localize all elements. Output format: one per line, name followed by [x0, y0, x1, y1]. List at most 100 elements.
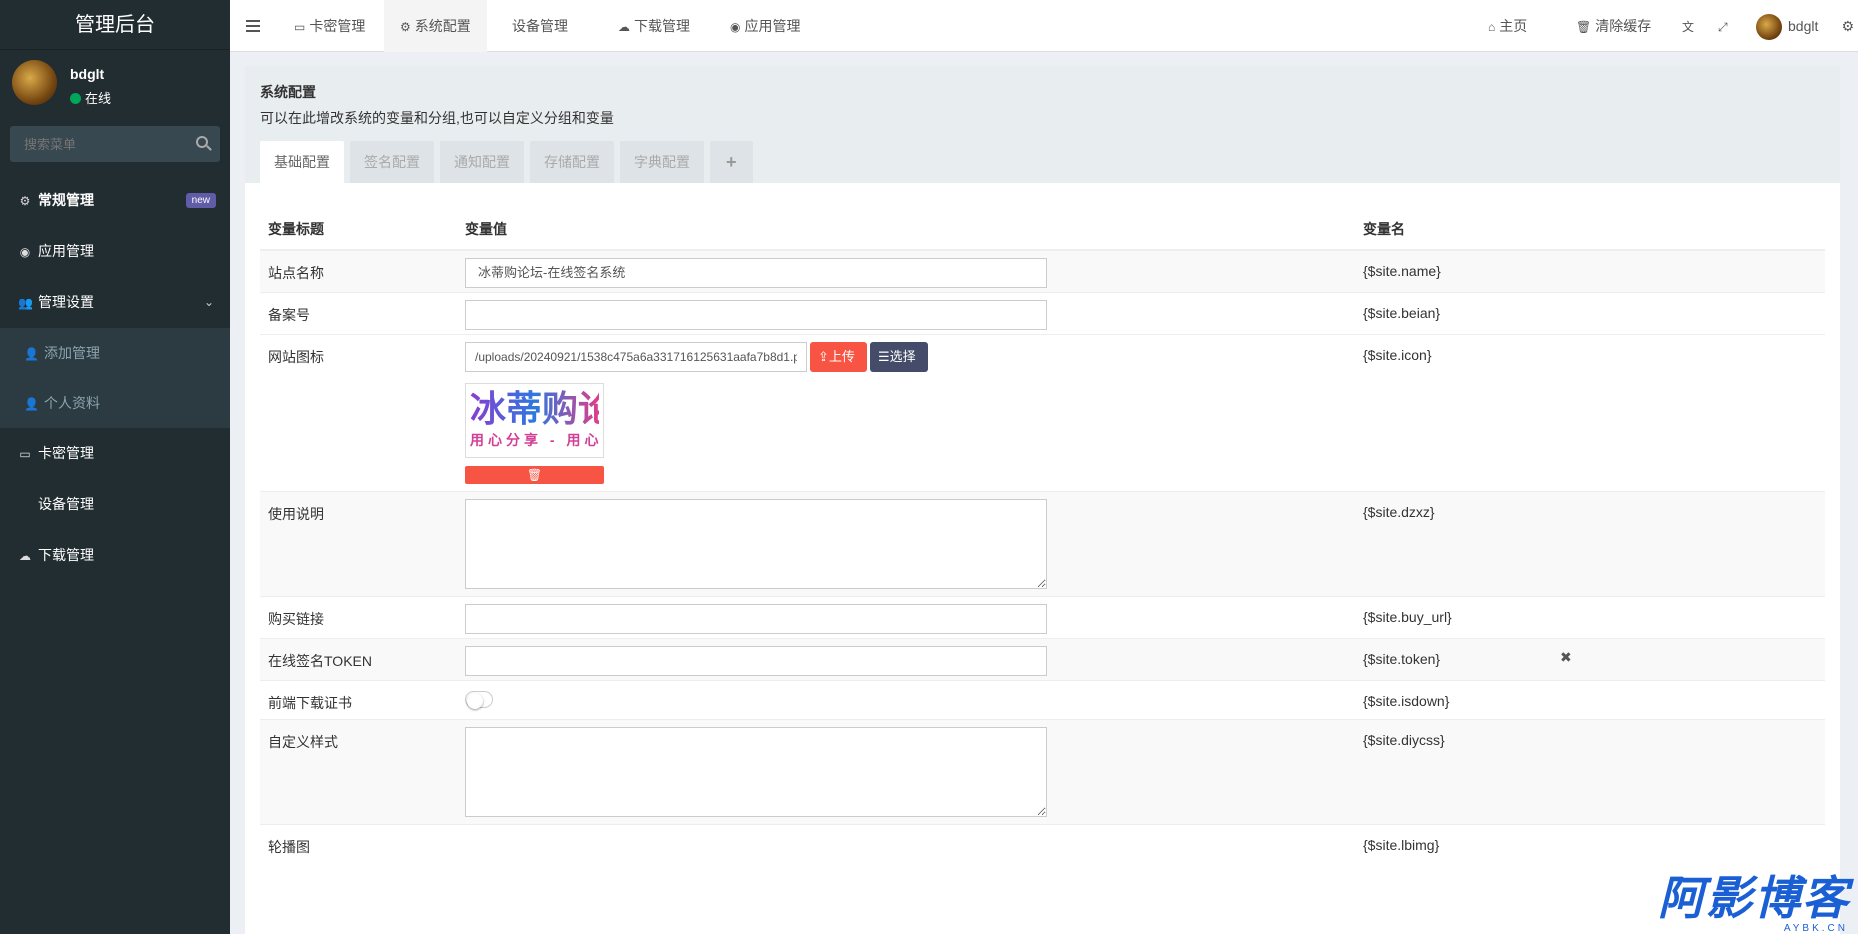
table-row: 使用说明 {$site.dzxz}	[260, 491, 1825, 596]
tab-apps[interactable]: ◉ 应用管理	[714, 0, 816, 52]
sidebar-item-general[interactable]: ⚙ 常规管理 new	[0, 175, 230, 226]
sidebar-item-devices[interactable]: 设备管理	[0, 479, 230, 530]
trash-icon: 🗑	[1576, 20, 1592, 34]
beian-input[interactable]	[465, 300, 1047, 330]
sidebar-item-label: 设备管理	[38, 496, 94, 512]
search-input[interactable]	[10, 126, 190, 162]
sidebar-submenu: 👤 添加管理 👤 个人资料	[0, 328, 230, 428]
delete-image-button[interactable]: 🗑	[465, 466, 604, 484]
new-badge: new	[185, 193, 216, 208]
sidebar-item-label: 个人资料	[44, 395, 100, 411]
watermark-subtext: AYBK.CN	[1783, 923, 1848, 934]
tab-cards[interactable]: ▭ 卡密管理	[278, 0, 381, 52]
card-icon: ▭	[294, 20, 306, 34]
token-input[interactable]	[465, 646, 1047, 676]
header-title: 变量标题	[268, 221, 324, 237]
tab-notification-config[interactable]: 通知配置	[440, 141, 524, 183]
page-title: 系统配置	[260, 84, 316, 100]
app-icon: ◉	[19, 245, 31, 259]
sidebar-item-add-admin[interactable]: 👤 添加管理	[0, 328, 230, 378]
table-row: 轮播图 {$site.lbimg}	[260, 824, 1825, 866]
table-header: 变量标题 变量值 变量名	[260, 200, 1825, 250]
preview-text: 冰蒂购论	[470, 388, 599, 430]
user-menu[interactable]: bdglt	[1740, 0, 1834, 52]
tab-devices[interactable]: 设备管理	[492, 0, 584, 52]
user-menu-name: bdglt	[1788, 18, 1819, 34]
menu-toggle-icon[interactable]	[246, 20, 260, 32]
row-var: {$site.isdown}	[1363, 693, 1450, 709]
sidebar-item-label: 卡密管理	[38, 445, 94, 461]
sidebar: 管理后台 bdglt 在线 ⚙ 常规管理 new ◉ 应用管理 👥 管理设置 ⌄ 👤 添…	[0, 0, 230, 934]
fullscreen-icon: ⤢	[1718, 20, 1728, 34]
sidebar-item-apps[interactable]: ◉ 应用管理	[0, 226, 230, 277]
upload-label: 上传	[828, 349, 855, 364]
usage-notes-textarea[interactable]	[465, 499, 1047, 589]
sidebar-item-label: 下载管理	[38, 547, 94, 563]
row-var: {$site.diycss}	[1363, 732, 1445, 748]
row-label: 自定义样式	[268, 734, 338, 750]
tab-basic-config[interactable]: 基础配置	[260, 141, 344, 183]
sidebar-item-profile[interactable]: 👤 个人资料	[0, 378, 230, 428]
row-var: {$site.dzxz}	[1363, 504, 1435, 520]
tab-dictionary-config[interactable]: 字典配置	[620, 141, 704, 183]
table-row: 备案号 {$site.beian}	[260, 292, 1825, 334]
tab-signature-config[interactable]: 签名配置	[350, 141, 434, 183]
table-row: 自定义样式 {$site.diycss}	[260, 719, 1825, 824]
sidebar-menu: ⚙ 常规管理 new ◉ 应用管理 👥 管理设置 ⌄ 👤 添加管理 👤 个人资料 ▭ 卡密管…	[0, 175, 230, 581]
tab-downloads[interactable]: ☁ 下载管理	[602, 0, 706, 52]
watermark-logo: 阿影博客	[1658, 872, 1850, 924]
row-label: 站点名称	[268, 265, 324, 281]
clear-cache-button[interactable]: 🗑 清除缓存	[1560, 0, 1667, 52]
row-var: {$site.buy_url}	[1363, 609, 1452, 625]
icon-preview-image: 冰蒂购论 用心分享 - 用心	[470, 388, 599, 453]
table-row: 网站图标 ⇪上传 ☰选择 冰蒂购论 用心分享 - 用心 🗑 {$site.ico…	[260, 334, 1825, 491]
sidebar-item-admin-settings[interactable]: 👥 管理设置 ⌄	[0, 277, 230, 328]
sidebar-item-label: 添加管理	[44, 345, 100, 361]
trash-icon: 🗑	[526, 468, 543, 482]
upload-icon: ⇪	[818, 349, 829, 364]
home-link[interactable]: ⌂ 主页	[1472, 0, 1543, 52]
header-name: 变量名	[1363, 221, 1405, 237]
sidebar-search	[10, 126, 220, 162]
buy-url-input[interactable]	[465, 604, 1047, 634]
table-row: 前端下载证书 {$site.isdown}	[260, 680, 1825, 719]
avatar	[12, 60, 57, 105]
row-label: 备案号	[268, 307, 310, 323]
preview-subtext: 用心分享 - 用心	[470, 432, 599, 448]
cogs-icon: ⚙	[19, 194, 31, 208]
translate-icon: 文	[1682, 20, 1695, 34]
tab-system-config[interactable]: ⚙ 系统配置	[384, 0, 487, 52]
user-icon: 👤	[24, 347, 39, 361]
tab-label: 下载管理	[634, 18, 690, 34]
row-label: 在线签名TOKEN	[268, 653, 372, 669]
site-icon-path-input[interactable]	[465, 342, 807, 372]
settings-gear-icon[interactable]: ⚙	[1841, 18, 1854, 35]
icon-preview: 冰蒂购论 用心分享 - 用心	[465, 383, 604, 458]
user-status-text: 在线	[85, 91, 112, 106]
table-row: 站点名称 {$site.name}	[260, 250, 1825, 292]
row-label: 网站图标	[268, 349, 324, 365]
search-icon[interactable]	[196, 136, 208, 148]
custom-css-textarea[interactable]	[465, 727, 1047, 817]
online-status-icon	[70, 93, 81, 104]
app-icon: ◉	[730, 20, 741, 34]
download-cert-toggle[interactable]	[465, 691, 493, 709]
config-table: 变量标题 变量值 变量名 站点名称 {$site.name} 备案号 {$sit…	[260, 200, 1825, 866]
tab-label: 应用管理	[744, 18, 801, 34]
main-content: 系统配置 可以在此增改系统的变量和分组,也可以自定义分组和变量 基础配置 签名配…	[245, 66, 1840, 934]
choose-button[interactable]: ☰选择	[870, 342, 928, 372]
site-name-input[interactable]	[465, 258, 1047, 288]
tab-storage-config[interactable]: 存储配置	[530, 141, 614, 183]
user-status: 在线	[70, 88, 111, 107]
close-icon[interactable]: ✖	[1560, 649, 1572, 666]
upload-button[interactable]: ⇪上传	[810, 342, 867, 372]
sidebar-item-downloads[interactable]: ☁ 下载管理	[0, 530, 230, 581]
row-label: 使用说明	[268, 506, 324, 522]
avatar	[1756, 14, 1782, 41]
sidebar-item-cards[interactable]: ▭ 卡密管理	[0, 428, 230, 479]
app-logo[interactable]: 管理后台	[0, 0, 230, 50]
sidebar-item-label: 应用管理	[38, 243, 94, 259]
clear-cache-label: 清除缓存	[1595, 18, 1652, 34]
sidebar-item-label: 管理设置	[38, 294, 94, 310]
add-tab-button[interactable]: +	[710, 141, 753, 183]
